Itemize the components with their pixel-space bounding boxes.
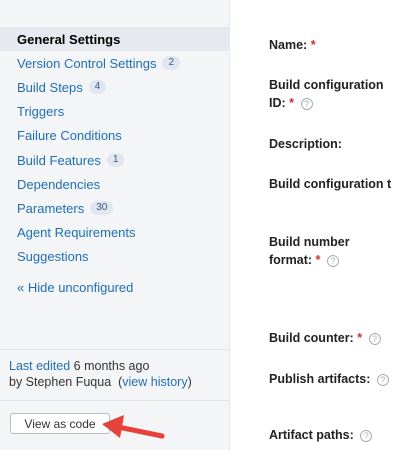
help-icon[interactable]: ?	[360, 429, 373, 442]
nav-label: Dependencies	[17, 176, 101, 192]
nav-suggestions[interactable]: Suggestions	[0, 245, 230, 269]
help-icon[interactable]: ?	[368, 332, 381, 345]
nav-build-features[interactable]: Build Features 1	[0, 148, 230, 172]
nav-agent-requirements[interactable]: Agent Requirements	[0, 221, 230, 245]
build-config-id-label: Build configuration ID: * ?	[269, 78, 384, 110]
nav-general-settings[interactable]: General Settings	[0, 27, 230, 52]
nav-label: Failure Conditions	[17, 128, 122, 144]
nav-label: Version Control Settings	[17, 55, 157, 71]
nav-parameters[interactable]: Parameters 30	[0, 196, 230, 220]
build-number-format-label: Build number format: * ?	[269, 235, 350, 267]
view-history-link[interactable]: view history	[122, 375, 187, 389]
general-settings-form: Name: * Build configuration ID: * ? Desc…	[231, 0, 396, 450]
help-icon[interactable]: ?	[326, 254, 339, 267]
count-badge: 30	[90, 201, 114, 216]
divider	[0, 349, 229, 350]
sidebar: General Settings Version Control Setting…	[0, 0, 230, 450]
nav-label: Triggers	[17, 104, 65, 120]
count-badge: 2	[162, 56, 181, 71]
last-edited-prefix[interactable]: Last edited	[9, 359, 70, 373]
divider	[0, 400, 229, 401]
description-label: Description:	[269, 137, 342, 151]
build-config-t-label: Build configuration t	[269, 177, 392, 191]
settings-nav: General Settings Version Control Setting…	[0, 27, 230, 269]
help-icon[interactable]: ?	[300, 97, 313, 110]
hide-unconfigured-link[interactable]: « Hide unconfigured	[17, 280, 133, 295]
nav-label: Build Steps	[17, 79, 83, 95]
nav-failure-conditions[interactable]: Failure Conditions	[0, 124, 230, 148]
nav-label: General Settings	[17, 31, 121, 47]
count-badge: 4	[88, 80, 107, 95]
nav-label: Agent Requirements	[17, 225, 136, 241]
nav-label: Build Features	[17, 152, 101, 168]
last-edited-info: Last edited 6 months ago by Stephen Fuqu…	[9, 359, 192, 389]
nav-build-steps[interactable]: Build Steps 4	[0, 75, 230, 99]
publish-artifacts-label: Publish artifacts: ?	[269, 370, 389, 388]
red-arrow-icon	[102, 415, 165, 439]
build-counter-label: Build counter: * ?	[269, 329, 381, 347]
nav-triggers[interactable]: Triggers	[0, 100, 230, 124]
nav-label: Parameters	[17, 200, 85, 216]
help-icon[interactable]: ?	[376, 373, 389, 386]
last-edited-time: 6 months ago	[73, 359, 150, 373]
last-edited-by: by Stephen Fuqua	[9, 375, 112, 389]
required-mark: *	[315, 253, 321, 267]
required-mark: *	[289, 96, 295, 110]
count-badge: 1	[106, 153, 125, 168]
required-mark: *	[357, 331, 363, 345]
name-label: Name: *	[269, 38, 316, 52]
nav-label: Suggestions	[17, 249, 89, 265]
artifact-paths-label: Artifact paths: ?	[269, 426, 373, 444]
required-mark: *	[310, 38, 316, 52]
nav-dependencies[interactable]: Dependencies	[0, 172, 230, 196]
view-as-code-button[interactable]: View as code	[10, 413, 110, 434]
nav-version-control-settings[interactable]: Version Control Settings 2	[0, 51, 230, 75]
